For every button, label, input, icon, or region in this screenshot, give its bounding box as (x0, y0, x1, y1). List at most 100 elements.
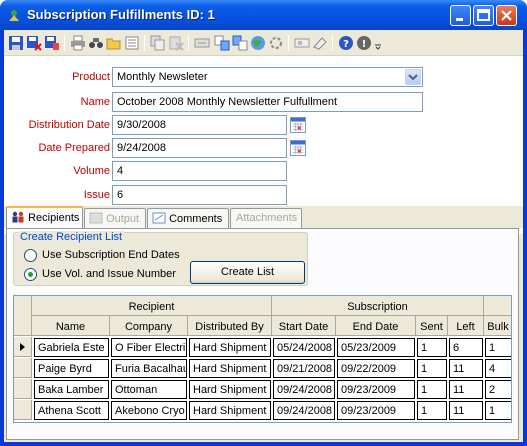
cell-end-date[interactable]: 05/23/2009 (337, 338, 415, 357)
cell-start-date[interactable]: 05/24/2008 (273, 338, 335, 357)
use-subscription-end-dates-radio[interactable] (24, 249, 37, 262)
cell-company[interactable]: O Fiber Electri (111, 338, 187, 357)
eraser-icon[interactable] (312, 35, 328, 51)
option-label[interactable]: Use Subscription End Dates (42, 249, 180, 261)
save-icon[interactable] (8, 35, 24, 51)
tab-attachments[interactable]: Attachments (230, 208, 302, 228)
cell-bulk[interactable]: 1 (485, 401, 511, 420)
cell-start-date[interactable]: 09/24/2008 (273, 401, 335, 420)
cell-left[interactable]: 11 (449, 359, 483, 378)
tab-output[interactable]: Output (84, 208, 146, 228)
group-header-blank (484, 296, 511, 316)
date-prepared-label: Date Prepared (38, 142, 110, 154)
tab-label: Comments (169, 213, 223, 225)
cell-left[interactable]: 6 (449, 338, 483, 357)
cell-left[interactable]: 11 (449, 380, 483, 399)
print-icon[interactable] (70, 35, 86, 51)
refresh-icon[interactable] (268, 35, 284, 51)
cell-name[interactable]: Baka Lamber (34, 380, 109, 399)
distribution-date-input[interactable]: 9/30/2008 (112, 115, 287, 135)
globe-icon[interactable] (250, 35, 266, 51)
column-header[interactable]: Bulk (484, 316, 511, 336)
comment-icon (152, 212, 166, 224)
product-select[interactable]: Monthly Newsleter (112, 67, 423, 87)
calendar-icon[interactable] (290, 117, 306, 133)
cell-start-date[interactable]: 09/24/2008 (273, 380, 335, 399)
cell-company[interactable]: Ottoman (111, 380, 187, 399)
minimize-button[interactable] (450, 5, 471, 26)
tab-strip: Recipients Output Comments Attachments (4, 206, 523, 229)
option-label[interactable]: Use Vol. and Issue Number (42, 268, 176, 280)
cell-distributed-by[interactable]: Hard Shipment (189, 359, 271, 378)
column-header[interactable]: Distributed By (188, 316, 272, 336)
open-folder-icon[interactable] (106, 35, 122, 51)
cell-distributed-by[interactable]: Hard Shipment (189, 338, 271, 357)
calendar-icon[interactable] (290, 140, 306, 156)
find-icon[interactable] (88, 35, 104, 51)
cell-end-date[interactable]: 09/22/2009 (337, 359, 415, 378)
cell-sent[interactable]: 1 (417, 338, 447, 357)
list-icon[interactable] (124, 35, 140, 51)
cell-bulk[interactable]: 2 (485, 380, 511, 399)
date-prepared-input[interactable]: 9/24/2008 (112, 138, 287, 158)
row-selector[interactable] (14, 337, 32, 357)
volume-input[interactable]: 4 (112, 161, 287, 181)
column-header[interactable]: Name (32, 316, 110, 336)
current-row-icon (20, 343, 25, 351)
cell-distributed-by[interactable]: Hard Shipment (189, 401, 271, 420)
row-selector[interactable] (14, 358, 32, 378)
cell-name[interactable]: Athena Scott (34, 401, 109, 420)
tab-comments[interactable]: Comments (147, 208, 229, 228)
recipients-panel: Create Recipient List Use Subscription E… (6, 228, 519, 440)
people-icon (12, 211, 24, 223)
cell-name[interactable]: Gabriela Este (34, 338, 109, 357)
issue-input[interactable]: 6 (112, 185, 287, 205)
cell-company[interactable]: Akebono Cryo (111, 401, 187, 420)
group-header-subscription: Subscription (272, 296, 484, 316)
cell-sent[interactable]: 1 (417, 401, 447, 420)
name-input[interactable]: October 2008 Monthly Newsletter Fulfullm… (112, 92, 423, 112)
cell-end-date[interactable]: 09/23/2009 (337, 401, 415, 420)
cell-end-date[interactable]: 09/23/2009 (337, 380, 415, 399)
save-close-icon[interactable] (26, 35, 42, 51)
cell-start-date[interactable]: 09/21/2008 (273, 359, 335, 378)
app-icon (9, 10, 19, 21)
column-header[interactable]: Sent (416, 316, 448, 336)
export-icon[interactable] (214, 35, 230, 51)
dropdown-button[interactable] (405, 69, 421, 85)
delete-icon[interactable] (168, 35, 184, 51)
row-selector[interactable] (14, 379, 32, 399)
info-icon[interactable]: ! (356, 35, 372, 51)
use-vol-issue-radio[interactable] (24, 268, 37, 281)
tab-recipients[interactable]: Recipients (6, 206, 83, 229)
clipboard-icon[interactable] (294, 35, 310, 51)
maximize-button[interactable] (473, 5, 494, 26)
close-button[interactable] (496, 5, 517, 26)
import-icon[interactable] (232, 35, 248, 51)
cell-bulk[interactable]: 4 (485, 359, 511, 378)
save-new-icon[interactable] (44, 35, 60, 51)
create-recipient-list-group: Create Recipient List Use Subscription E… (13, 231, 308, 286)
help-icon[interactable]: ? (338, 35, 354, 51)
copy-icon[interactable] (150, 35, 166, 51)
column-header[interactable]: Start Date (272, 316, 336, 336)
cell-sent[interactable]: 1 (417, 380, 447, 399)
create-list-button[interactable]: Create List (190, 261, 305, 284)
properties-icon[interactable] (194, 35, 210, 51)
column-header[interactable]: End Date (336, 316, 416, 336)
row-selector[interactable] (14, 400, 32, 420)
svg-text:!: ! (362, 39, 367, 50)
tab-label: Recipients (28, 212, 80, 224)
cell-company[interactable]: Furia Bacalhau (111, 359, 187, 378)
cell-distributed-by[interactable]: Hard Shipment (189, 380, 271, 399)
window-title: Subscription Fulfillments ID: 1 (27, 7, 215, 22)
cell-sent[interactable]: 1 (417, 359, 447, 378)
more-icon[interactable] (374, 35, 382, 51)
cell-name[interactable]: Paige Byrd (34, 359, 109, 378)
cell-bulk[interactable]: 1 (485, 338, 511, 357)
column-header[interactable]: Left (448, 316, 484, 336)
cell-left[interactable]: 11 (449, 401, 483, 420)
column-header[interactable]: Company (110, 316, 188, 336)
tab-label: Output (106, 213, 140, 225)
title-bar[interactable]: Subscription Fulfillments ID: 1 (0, 0, 527, 30)
